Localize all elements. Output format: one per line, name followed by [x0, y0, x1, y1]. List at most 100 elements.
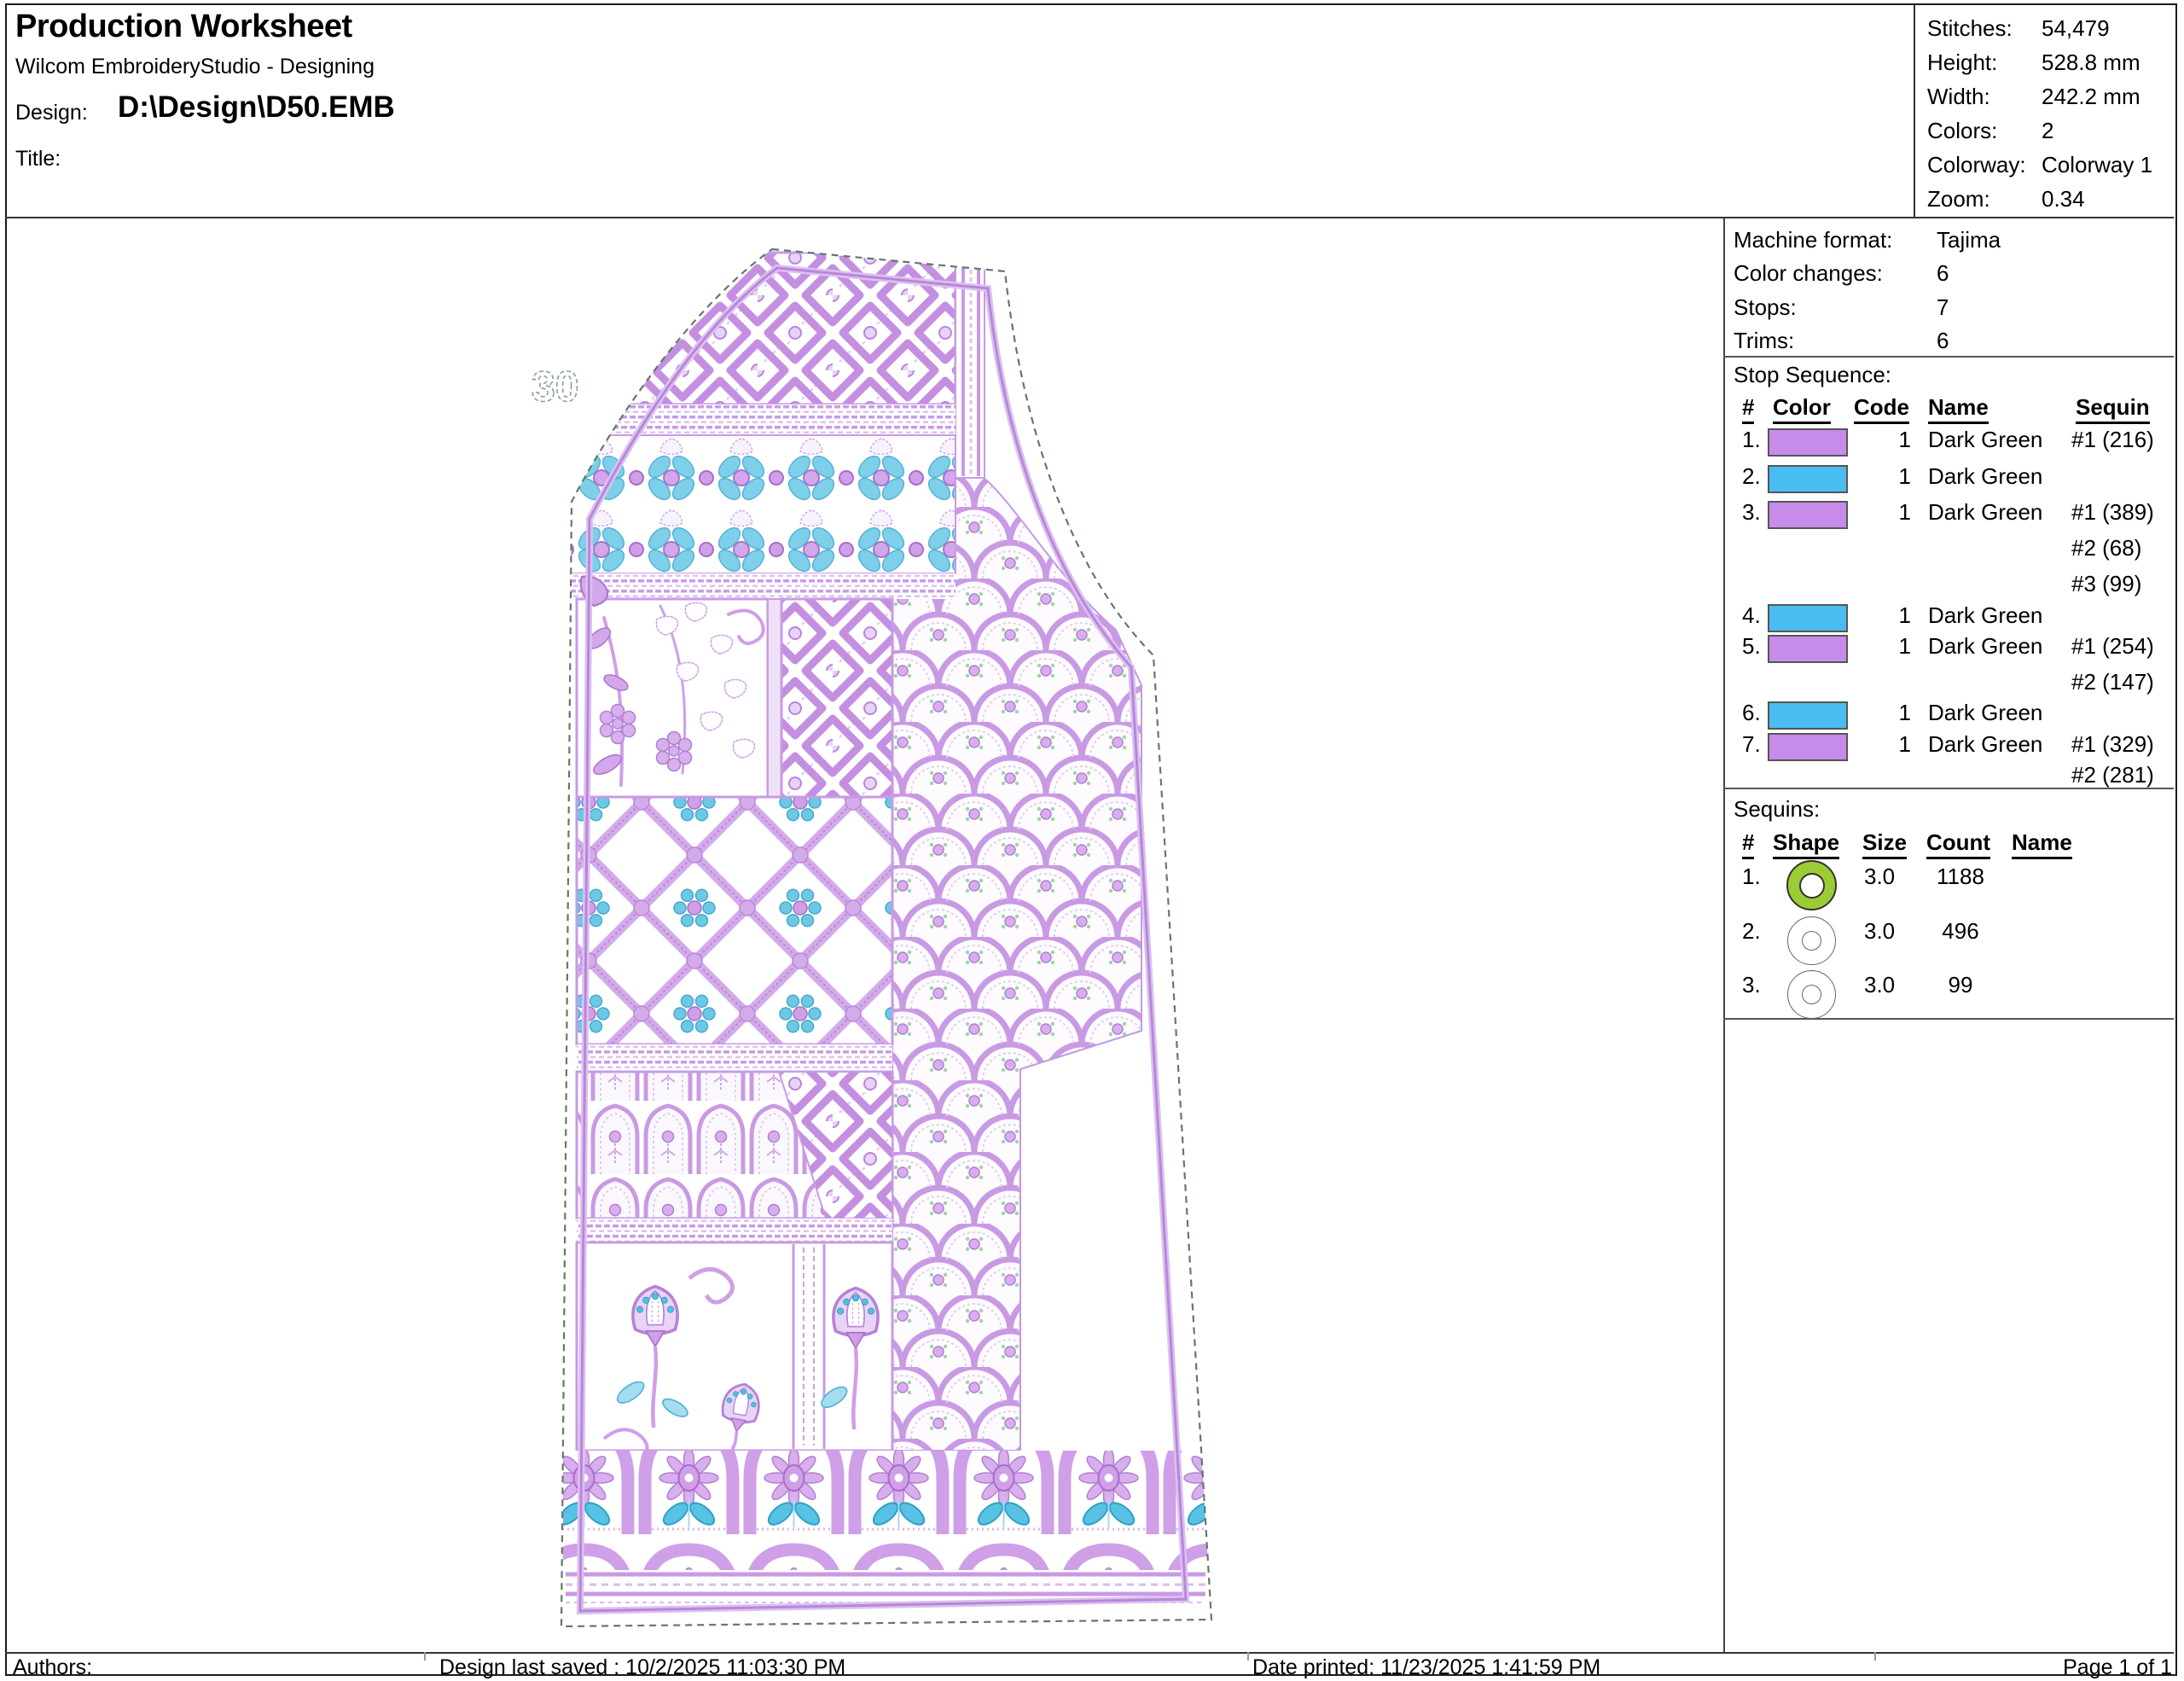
- col-code: Code: [1854, 394, 1909, 424]
- stop-sequence-title: Stop Sequence:: [1734, 362, 1891, 388]
- sequin-row-num: 3.: [1742, 972, 1761, 998]
- row-sequin: #1 (389): [2071, 499, 2154, 526]
- panel-divider: [1723, 218, 1725, 1652]
- row-num: 2.: [1742, 463, 1761, 490]
- sequin-count: 496: [1911, 918, 2010, 945]
- seq-col-name: Name: [2012, 829, 2072, 859]
- row-sequin: #3 (99): [2071, 571, 2141, 597]
- row-sequin: #2 (147): [2071, 669, 2154, 695]
- sequin-shape-white-donut-icon: [1787, 916, 1836, 965]
- row-name: Dark Green: [1928, 463, 2042, 490]
- authors-label: Authors:: [13, 1655, 92, 1680]
- design-pattern-bands: [563, 253, 1211, 1602]
- date-printed-text: Date printed: 11/23/2025 1:41:59 PM: [1252, 1655, 1600, 1680]
- row-code: 1: [1858, 463, 1911, 490]
- color-swatch: [1768, 604, 1848, 632]
- lattice-band: [577, 797, 892, 1044]
- row-num: 7.: [1742, 731, 1761, 758]
- row-name: Dark Green: [1928, 499, 2042, 526]
- sequin-count: 1188: [1911, 864, 2010, 890]
- color-swatch: [1768, 701, 1848, 730]
- row-code: 1: [1858, 731, 1911, 758]
- color-swatch: [1768, 635, 1848, 663]
- stat-colors: Colors: 2: [1927, 118, 2175, 152]
- footer-divider: [5, 1652, 2174, 1654]
- row-num: 5.: [1742, 633, 1761, 660]
- border-band: [577, 1044, 892, 1072]
- row-name: Dark Green: [1928, 731, 2042, 758]
- embroidery-design-preview: 30: [7, 220, 1723, 1652]
- production-worksheet-page: Production Worksheet Wilcom EmbroiderySt…: [0, 0, 2184, 1681]
- stat-height: Height: 528.8 mm: [1927, 49, 2175, 84]
- diagonal-quatrefoil-panel: [781, 599, 892, 797]
- border-band: [570, 573, 956, 599]
- stat-zoom: Zoom: 0.34: [1927, 186, 2175, 220]
- col-color: Color: [1773, 394, 1831, 424]
- design-label: Design:: [15, 101, 88, 125]
- row-sequin: #2 (281): [2071, 762, 2154, 788]
- color-swatch: [1768, 733, 1848, 761]
- app-subtitle: Wilcom EmbroideryStudio - Designing: [15, 55, 375, 79]
- machine-section-divider: [1723, 356, 2174, 358]
- footer-tick: [1247, 1652, 1249, 1661]
- sequin-shape-green-donut-icon: [1786, 860, 1837, 910]
- sequins-section-divider: [1723, 1018, 2174, 1020]
- stat-width: Width: 242.2 mm: [1927, 84, 2175, 118]
- row-code: 1: [1858, 633, 1911, 660]
- stats-box: Stitches: 54,479 Height: 528.8 mm Width:…: [1914, 5, 2175, 217]
- seq-col-shape: Shape: [1773, 829, 1839, 859]
- row-sequin: #1 (254): [2071, 633, 2154, 660]
- row-code: 1: [1858, 427, 1911, 453]
- stat-colorway: Colorway: Colorway 1: [1927, 152, 2175, 186]
- row-sequin: #1 (329): [2071, 731, 2154, 758]
- footer-tick: [424, 1652, 426, 1661]
- trims-label: Trims:: [1734, 328, 1794, 354]
- stops-value: 7: [1937, 294, 1949, 321]
- row-name: Dark Green: [1928, 700, 2042, 726]
- row-code: 1: [1858, 700, 1911, 726]
- col-sequin: Sequin: [2076, 394, 2150, 424]
- stops-label: Stops:: [1734, 294, 1797, 321]
- seq-col-count: Count: [1926, 829, 1990, 859]
- color-swatch: [1768, 428, 1848, 457]
- machine-format-value: Tajima: [1937, 227, 2001, 253]
- row-num: 4.: [1742, 602, 1761, 629]
- row-code: 1: [1858, 499, 1911, 526]
- row-num: 3.: [1742, 499, 1761, 526]
- row-sequin: #2 (68): [2071, 535, 2141, 561]
- sequin-shape-white-donut-icon: [1787, 970, 1836, 1019]
- row-name: Dark Green: [1928, 602, 2042, 629]
- page-title: Production Worksheet: [15, 9, 352, 45]
- col-name: Name: [1928, 394, 1989, 424]
- sequin-row-num: 1.: [1742, 864, 1761, 890]
- color-swatch: [1768, 501, 1848, 529]
- row-name: Dark Green: [1928, 633, 2042, 660]
- sequins-title: Sequins:: [1734, 796, 1820, 823]
- row-name: Dark Green: [1928, 427, 2042, 453]
- trims-value: 6: [1937, 328, 1949, 354]
- color-swatch: [1768, 465, 1848, 493]
- page-number: Page 1 of 1: [2063, 1655, 2172, 1680]
- design-path: D:\Design\D50.EMB: [118, 90, 395, 125]
- seq-col-size: Size: [1862, 829, 1907, 859]
- hoop-size-label: 30: [531, 363, 579, 410]
- row-code: 1: [1858, 602, 1911, 629]
- last-saved-text: Design last saved : 10/2/2025 11:03:30 P…: [439, 1655, 845, 1680]
- row-num: 1.: [1742, 427, 1761, 453]
- color-changes-label: Color changes:: [1734, 260, 1883, 287]
- sequin-count: 99: [1911, 972, 2010, 998]
- scale-pattern-panel: [892, 478, 1141, 1451]
- panel-divider-strip: [768, 599, 781, 797]
- col-num: #: [1742, 394, 1754, 424]
- footer-tick: [1874, 1652, 1876, 1661]
- sequin-size: 3.0: [1864, 864, 1895, 890]
- bottom-arch-border: [563, 1451, 1211, 1570]
- sequin-size: 3.0: [1864, 918, 1895, 945]
- sequin-row-num: 2.: [1742, 918, 1761, 945]
- seq-col-num: #: [1742, 829, 1754, 859]
- stat-stitches: Stitches: 54,479: [1927, 15, 2175, 49]
- sequin-size: 3.0: [1864, 972, 1895, 998]
- color-changes-value: 6: [1937, 260, 1949, 287]
- header-divider: [5, 217, 2174, 218]
- border-band: [577, 1219, 892, 1242]
